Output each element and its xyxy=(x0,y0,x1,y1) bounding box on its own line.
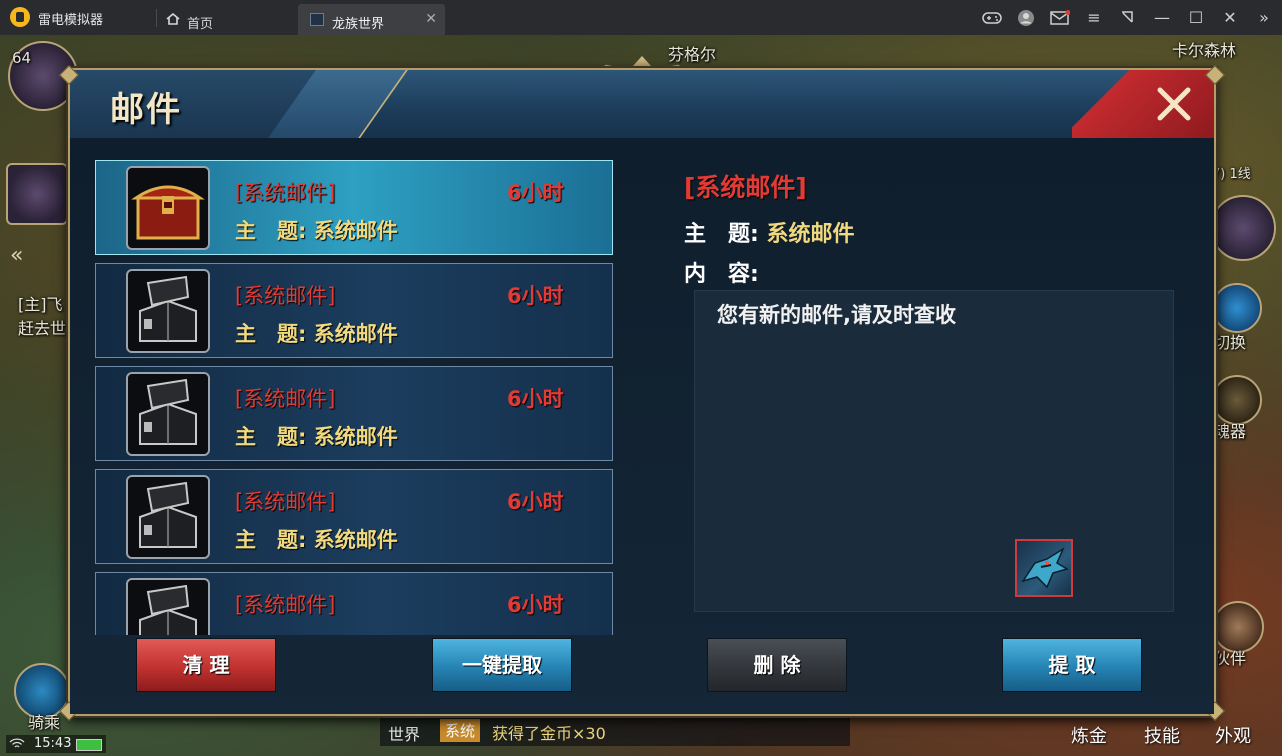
tab-close-icon[interactable]: ✕ xyxy=(425,11,437,27)
red-gold-chest-icon xyxy=(126,166,210,250)
mail-time: 6小时 xyxy=(507,284,564,308)
system-tag: 系统 xyxy=(440,719,481,742)
mail-tag: [系统邮件] xyxy=(235,387,336,411)
open-black-chest-icon xyxy=(126,269,210,353)
mail-subject: 主 题: 系统邮件 xyxy=(235,425,398,449)
mail-list[interactable]: [系统邮件] 6小时 主 题: 系统邮件 [系统邮件] 6小时 主 题: 系统邮… xyxy=(95,160,617,635)
game-tab-icon xyxy=(310,13,324,26)
tab-home-label: 首页 xyxy=(187,17,214,32)
clear-button[interactable]: 清 理 xyxy=(136,638,276,692)
mail-subject: 主 题: 系统邮件 xyxy=(235,219,398,243)
appearance-link[interactable]: 外观 xyxy=(1215,722,1251,748)
mail-time: 6小时 xyxy=(507,387,564,411)
tab-game-label: 龙族世界 xyxy=(332,17,385,32)
mail-tag: [系统邮件] xyxy=(235,284,336,308)
mail-icon[interactable] xyxy=(1049,7,1071,29)
wifi-icon xyxy=(9,738,25,748)
claim-button[interactable]: 提 取 xyxy=(1002,638,1142,692)
quest-description[interactable]: 赶去世 xyxy=(18,315,66,339)
detail-tag: [系统邮件] xyxy=(684,173,807,202)
area-name: 卡尔森林 xyxy=(1172,41,1237,60)
chat-bar[interactable]: 世界 系统 获得了金币×30 xyxy=(380,716,850,746)
attachment-slot[interactable] xyxy=(1015,539,1073,597)
mail-list-item[interactable]: [系统邮件] 6小时 主 题: 系统邮件 xyxy=(95,160,613,255)
mail-time: 6小时 xyxy=(507,490,564,514)
mail-tag: [系统邮件] xyxy=(235,490,336,514)
mail-subject: 主 题: 系统邮件 xyxy=(235,528,398,552)
detail-content-text: 您有新的邮件,请及时查收 xyxy=(717,303,956,327)
mail-tag: [系统邮件] xyxy=(235,181,336,205)
claim-all-button[interactable]: 一键提取 xyxy=(432,638,572,692)
titlebar-divider xyxy=(156,9,157,27)
detail-subject: 主 题: 系统邮件 xyxy=(684,216,855,248)
emulator-logo-icon xyxy=(10,7,30,27)
chat-message: 获得了金币×30 xyxy=(492,724,606,743)
status-bar: 15:43 xyxy=(6,735,106,753)
close-button[interactable] xyxy=(1072,70,1214,138)
tab-game[interactable]: 龙族世界 ✕ xyxy=(298,4,445,35)
maximize-icon[interactable]: ☐ xyxy=(1185,7,1207,29)
back-arrow-icon[interactable]: « xyxy=(10,243,38,271)
open-black-chest-icon xyxy=(126,578,210,635)
open-black-chest-icon xyxy=(126,372,210,456)
minimize-icon[interactable]: — xyxy=(1151,7,1173,29)
battery-icon xyxy=(76,739,102,751)
npc-name: 芬格尔 xyxy=(668,45,717,64)
user-avatar-icon[interactable] xyxy=(1015,7,1037,29)
alchemy-link[interactable]: 炼金 xyxy=(1071,722,1107,748)
mail-time: 6小时 xyxy=(507,593,564,617)
detail-content-label: 内 容: xyxy=(684,262,759,287)
home-icon xyxy=(166,13,180,25)
mail-subject: 主 题: 系统邮件 xyxy=(235,322,398,346)
mount-label: 骑乘 xyxy=(28,713,61,732)
emulator-app-name: 雷电模拟器 xyxy=(38,13,104,28)
mail-list-item[interactable]: [系统邮件] 6小时 xyxy=(95,572,613,635)
window-shrink-icon[interactable] xyxy=(1117,7,1139,29)
mail-time: 6小时 xyxy=(507,181,564,205)
mail-dialog: 邮件 [系统邮件] 6小时 主 题: 系统邮件 [系统邮件] 6小时 主 题: … xyxy=(59,56,1225,721)
tab-home[interactable]: 首页 xyxy=(160,4,290,35)
detail-content-box: 您有新的邮件,请及时查收 xyxy=(694,290,1174,612)
close-icon xyxy=(1157,87,1191,121)
skills-link[interactable]: 技能 xyxy=(1144,722,1180,748)
player-level: 64 xyxy=(12,49,32,67)
close-window-icon[interactable]: ✕ xyxy=(1219,7,1241,29)
mail-tag: [系统邮件] xyxy=(235,593,336,617)
open-black-chest-icon xyxy=(126,475,210,559)
dragon-head-icon xyxy=(1021,547,1069,589)
clock: 15:43 xyxy=(34,736,72,751)
emulator-titlebar: 雷电模拟器 首页 龙族世界 ✕ ≡ — ☐ ✕ » xyxy=(0,0,1282,35)
delete-button[interactable]: 删 除 xyxy=(707,638,847,692)
gamepad-icon[interactable] xyxy=(981,7,1003,29)
chat-channel[interactable]: 世界 xyxy=(388,721,420,745)
expand-sidebar-icon[interactable]: » xyxy=(1253,7,1275,29)
detail-subject-value: 系统邮件 xyxy=(766,222,855,247)
dialog-title: 邮件 xyxy=(110,90,182,130)
mail-list-item[interactable]: [系统邮件] 6小时 主 题: 系统邮件 xyxy=(95,469,613,564)
mail-list-item[interactable]: [系统邮件] 6小时 主 题: 系统邮件 xyxy=(95,366,613,461)
menu-icon[interactable]: ≡ xyxy=(1083,7,1105,29)
mail-list-item[interactable]: [系统邮件] 6小时 主 题: 系统邮件 xyxy=(95,263,613,358)
detail-subject-label: 主 题: xyxy=(684,222,759,247)
teammate-portrait[interactable] xyxy=(6,163,68,225)
quest-title[interactable]: [主]飞 xyxy=(18,291,63,315)
dialog-body: [系统邮件] 6小时 主 题: 系统邮件 [系统邮件] 6小时 主 题: 系统邮… xyxy=(70,138,1214,714)
